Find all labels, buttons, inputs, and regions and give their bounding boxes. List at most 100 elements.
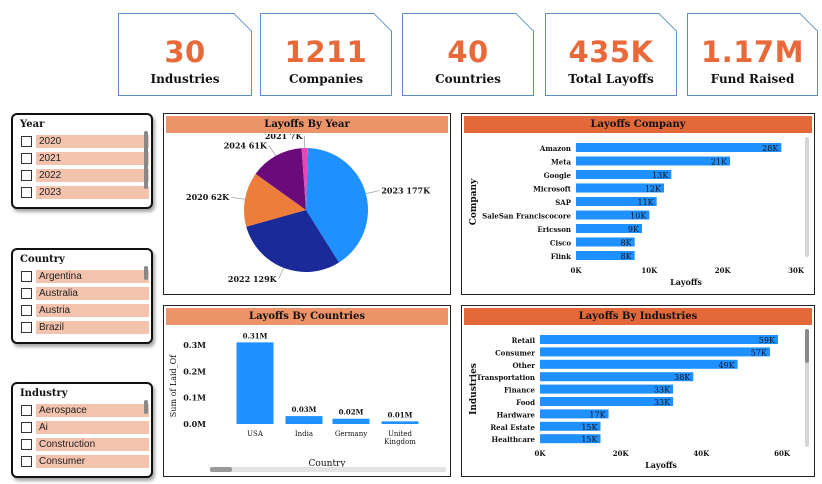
checkbox[interactable] xyxy=(21,438,32,450)
y-axis-title: Industries xyxy=(469,363,479,415)
bar-category-label: Microsoft xyxy=(533,185,572,194)
bar xyxy=(332,418,370,424)
bar xyxy=(576,156,730,166)
x-tick-label: India xyxy=(295,430,313,438)
x-axis-title: Layoffs xyxy=(645,460,677,470)
y-axis-title: Company xyxy=(469,178,479,225)
bar-data-label: 21K xyxy=(711,158,728,167)
slicer-item-brazil[interactable]: Brazil xyxy=(21,320,149,334)
bar-data-label: 28K xyxy=(762,144,779,153)
kpi-label: Countries xyxy=(435,72,501,86)
kpi-value: 40 xyxy=(447,35,489,69)
x-tick-label: 20K xyxy=(715,266,732,275)
checkbox[interactable] xyxy=(21,304,32,316)
checkbox[interactable] xyxy=(21,169,32,181)
bar-category-label: Hardware xyxy=(497,410,536,419)
kpi-card-industries: 30 Industries xyxy=(118,13,252,96)
kpi-card-countries: 40 Countries xyxy=(402,13,534,96)
slicer-item-2021[interactable]: 2021 xyxy=(21,151,149,165)
layoffs-company-panel: Layoffs Company Amazon 28K Meta 21K Google 13… xyxy=(461,113,815,295)
x-tick-label: 20K xyxy=(613,449,630,458)
pie-data-label: 2023 177K xyxy=(381,186,431,196)
bar xyxy=(540,359,738,369)
pie-leader-line xyxy=(231,196,245,200)
bar-category-label: Healthcare xyxy=(491,435,535,444)
x-tick-label: 0K xyxy=(571,266,583,275)
layoffs-by-year-panel: Layoffs By Year 2023 177K 2022 129K 2020 6… xyxy=(163,113,451,295)
bar-data-label: 57K xyxy=(751,348,768,357)
x-tick-label: 60K xyxy=(774,449,791,458)
kpi-label: Companies xyxy=(288,72,364,86)
pie-data-label: 2020 62K xyxy=(186,192,230,202)
checkbox[interactable] xyxy=(21,455,32,467)
bar-data-label: 0.01M xyxy=(388,410,413,419)
bar xyxy=(540,335,778,344)
slicer-item-aerospace[interactable]: Aerospace xyxy=(21,403,149,417)
kpi-value: 1.17M xyxy=(701,35,804,69)
slicer-title: Country xyxy=(20,254,65,265)
slicer-item-label: Aerospace xyxy=(36,403,149,417)
bar xyxy=(540,372,694,382)
chart-scrollbar xyxy=(210,467,446,472)
bar-data-label: 33K xyxy=(654,386,671,395)
bar-data-label: 8K xyxy=(621,252,633,261)
layoffs-company-bar-chart: Amazon 28K Meta 21K Google 13K Microsoft 12K SAP… xyxy=(469,137,809,287)
slicer-item-2022[interactable]: 2022 xyxy=(21,168,149,182)
checkbox[interactable] xyxy=(21,186,32,198)
bar-category-label: Transportation xyxy=(476,373,535,382)
slicer-item-construction[interactable]: Construction xyxy=(21,437,149,451)
slicer-item-consumer[interactable]: Consumer xyxy=(21,454,149,468)
bar-category-label: SAP xyxy=(555,198,571,207)
country-slicer: Country Argentina Australia Austria Braz… xyxy=(11,248,153,344)
industry-slicer: Industry Aerospace Ai Construction Consu… xyxy=(11,382,153,478)
x-tick-label: 40K xyxy=(693,449,710,458)
slicer-item-label: 2023 xyxy=(36,185,149,199)
pie-leader-line xyxy=(268,145,277,157)
kpi-card-fund-raised: 1.17M Fund Raised xyxy=(687,13,818,96)
checkbox[interactable] xyxy=(21,404,32,416)
chart-scrollbar xyxy=(805,137,809,257)
bar-category-label: Finance xyxy=(504,386,536,395)
layoffs-by-countries-panel: Layoffs By Countries 0.0M 0.1M 0.2M 0.3M 0.3… xyxy=(163,305,451,477)
slicer-item-label: Construction xyxy=(36,437,149,451)
checkbox[interactable] xyxy=(21,321,32,333)
slicer-scrollbar[interactable] xyxy=(144,400,148,414)
panel-title: Layoffs By Industries xyxy=(464,308,812,325)
bar-data-label: 49K xyxy=(718,361,735,370)
checkbox[interactable] xyxy=(21,270,32,282)
x-tick-label: USA xyxy=(247,430,264,438)
slicer-item-label: Argentina xyxy=(36,269,149,283)
bar-data-label: 9K xyxy=(628,225,640,234)
chart-scrollbar-thumb xyxy=(805,329,809,363)
slicer-title: Industry xyxy=(20,388,68,399)
bar-data-label: 38K xyxy=(674,373,691,382)
slicer-item-australia[interactable]: Australia xyxy=(21,286,149,300)
chart-scrollbar-thumb xyxy=(210,467,232,472)
slicer-item-austria[interactable]: Austria xyxy=(21,303,149,317)
y-tick-label: 0.0M xyxy=(183,419,206,429)
bar xyxy=(285,416,323,424)
pie-data-label: 2021 7K xyxy=(265,134,304,141)
checkbox[interactable] xyxy=(21,287,32,299)
checkbox[interactable] xyxy=(21,152,32,164)
slicer-scrollbar[interactable] xyxy=(144,131,148,189)
slicer-item-2020[interactable]: 2020 xyxy=(21,134,149,148)
slicer-item-ai[interactable]: Ai xyxy=(21,420,149,434)
checkbox[interactable] xyxy=(21,135,32,147)
pie-leader-line xyxy=(278,267,284,280)
bar-category-label: Google xyxy=(544,171,572,180)
slicer-item-2023[interactable]: 2023 xyxy=(21,185,149,199)
slicer-item-label: 2022 xyxy=(36,168,149,182)
kpi-value: 1211 xyxy=(284,35,368,69)
slicer-scrollbar[interactable] xyxy=(144,266,148,280)
bar xyxy=(381,421,419,424)
panel-title: Layoffs By Year xyxy=(166,116,448,133)
bar-category-label: Other xyxy=(512,361,535,370)
bar-data-label: 0.03M xyxy=(292,405,317,414)
x-tick-label: 10K xyxy=(641,266,658,275)
checkbox[interactable] xyxy=(21,421,32,433)
x-tick-label: United xyxy=(388,430,413,438)
pie-data-label: 2024 61K xyxy=(224,140,268,150)
bar-data-label: 11K xyxy=(638,198,655,207)
slicer-item-argentina[interactable]: Argentina xyxy=(21,269,149,283)
